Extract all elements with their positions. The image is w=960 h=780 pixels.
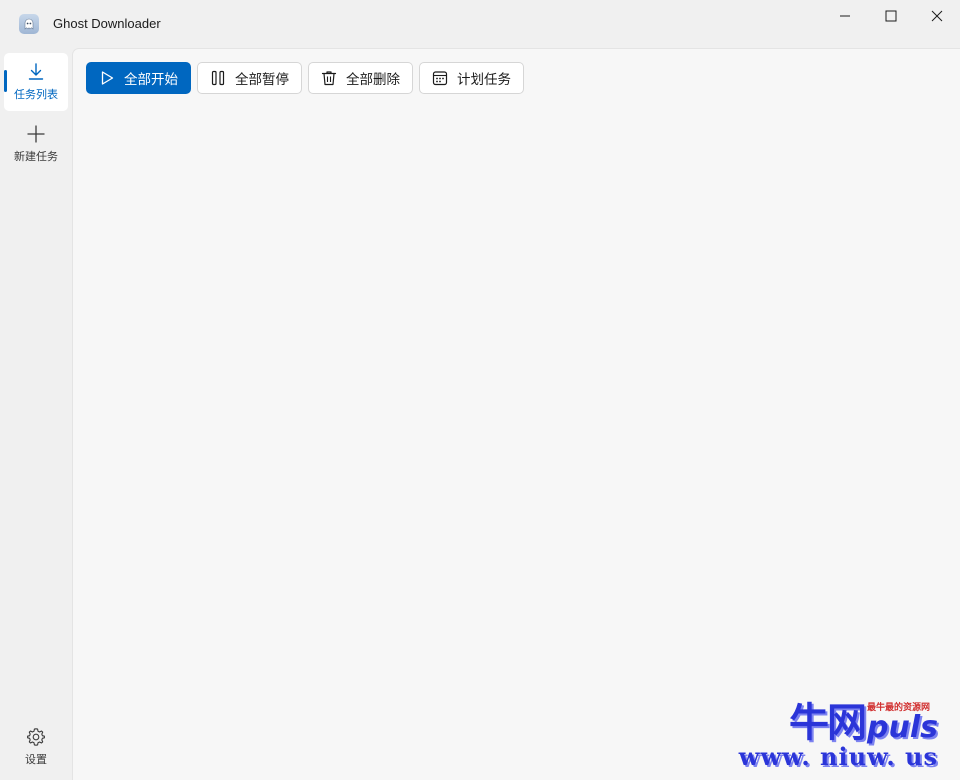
- navigation-sidebar: 任务列表 新建任务 设置: [0, 48, 72, 780]
- play-icon: [98, 69, 116, 87]
- minimize-icon: [840, 15, 850, 17]
- window-title: Ghost Downloader: [53, 16, 161, 31]
- ghost-icon: [19, 14, 39, 34]
- watermark-brand-cn: 牛网: [789, 700, 867, 746]
- maximize-icon: [885, 10, 897, 22]
- pause-all-label: 全部暂停: [235, 72, 289, 87]
- schedule-task-button[interactable]: 计划任务: [419, 62, 524, 94]
- watermark-brand-right: 最牛最的资源网 puls: [867, 702, 938, 743]
- task-list-panel: 全部开始 全部暂停 全部删除 计划任务 牛网 最牛最的资源网 puls www.…: [72, 48, 960, 780]
- window-controls: [822, 0, 960, 32]
- pause-icon: [209, 69, 227, 87]
- download-icon: [28, 63, 44, 80]
- active-indicator: [4, 70, 7, 92]
- watermark: 牛网 最牛最的资源网 puls www. niuw. us: [739, 702, 938, 772]
- watermark-url: www. niuw. us: [738, 742, 938, 771]
- watermark-brand-en: puls: [867, 710, 938, 745]
- start-all-label: 全部开始: [124, 72, 178, 87]
- close-button[interactable]: [914, 0, 960, 32]
- delete-all-label: 全部删除: [346, 72, 400, 87]
- nav-label-settings: 设置: [25, 754, 47, 766]
- pause-all-button[interactable]: 全部暂停: [197, 62, 302, 94]
- close-icon: [931, 10, 943, 22]
- nav-item-task-list[interactable]: 任务列表: [4, 53, 68, 111]
- nav-label-task-list: 任务列表: [14, 89, 58, 101]
- nav-item-settings[interactable]: 设置: [4, 718, 68, 776]
- schedule-task-label: 计划任务: [457, 72, 511, 87]
- plus-icon: [27, 125, 45, 143]
- app-window: Ghost Downloader 任务列表 新建任务 设置 全部开始 全部暂停 …: [0, 0, 960, 780]
- watermark-brand: 牛网 最牛最的资源网 puls: [789, 702, 938, 743]
- start-all-button[interactable]: 全部开始: [86, 62, 191, 94]
- toolbar: 全部开始 全部暂停 全部删除 计划任务: [86, 62, 524, 94]
- title-bar[interactable]: Ghost Downloader: [0, 0, 960, 48]
- delete-all-button[interactable]: 全部删除: [308, 62, 413, 94]
- maximize-button[interactable]: [868, 0, 914, 32]
- gear-icon: [27, 728, 45, 746]
- calendar-icon: [431, 69, 449, 87]
- minimize-button[interactable]: [822, 0, 868, 32]
- nav-label-new-task: 新建任务: [14, 151, 58, 163]
- trash-icon: [320, 69, 338, 87]
- nav-item-new-task[interactable]: 新建任务: [4, 115, 68, 173]
